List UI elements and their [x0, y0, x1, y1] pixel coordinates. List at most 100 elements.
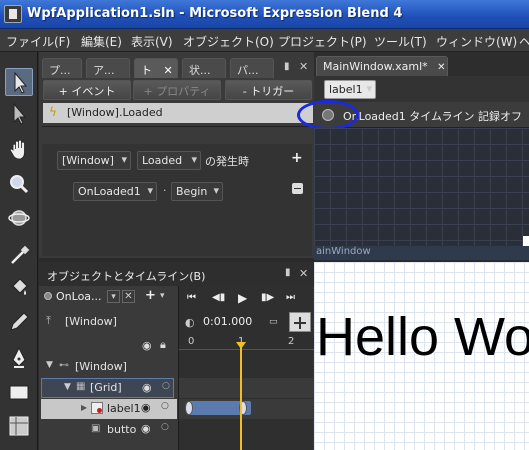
when-occurs-text: の発生時 — [205, 155, 249, 168]
zoom-tool-icon[interactable] — [5, 170, 33, 198]
tree-item-label1[interactable]: ▶ label1 ◉ ○ — [41, 399, 177, 419]
storyboard-combo[interactable]: OnLoaded1 — [73, 182, 157, 201]
menu-bar: ファイル(F) 編集(E) 表示(V) オブジェクト(O) プロジェクト(P) … — [0, 29, 529, 52]
chevron-down-icon[interactable]: ▾ — [160, 291, 165, 301]
timeline-zoom-icon[interactable] — [289, 312, 311, 332]
tree-item-label: [Window] — [75, 360, 127, 373]
timeline-area: ⏮ ◀▮ ▶ ▮▶ ⏭ ◐ 0:01.000 ▭ 0 1 2 — [178, 286, 314, 450]
tree-item-label: label1 — [107, 402, 141, 415]
objects-panel-header: オブジェクトとタイムライン(B) ▮ ✕ — [39, 262, 314, 286]
trigger-source-combo[interactable]: [Window] — [57, 151, 131, 170]
playhead[interactable] — [240, 342, 242, 450]
action-combo[interactable]: Begin — [171, 182, 223, 201]
menu-help[interactable]: ヘ — [519, 33, 529, 50]
eye-icon[interactable]: ◉ — [141, 401, 151, 414]
lock-toggle-icon[interactable]: ○ — [162, 381, 170, 391]
remove-action-icon[interactable] — [292, 183, 303, 194]
tab-parts[interactable]: パ... — [230, 58, 274, 78]
pan-tool-icon[interactable] — [5, 136, 33, 164]
tree-item-button[interactable]: ▣ butto ◉ ○ — [41, 420, 177, 440]
direct-selection-tool-icon[interactable] — [5, 100, 33, 128]
scope-row[interactable]: ⤒ [Window] — [41, 312, 177, 332]
lightning-icon: ϟ — [49, 105, 57, 119]
snap-ruler-icon[interactable]: ▭ — [269, 317, 278, 327]
grid-element-icon: ▦ — [76, 381, 86, 392]
trigger-event-combo[interactable]: Loaded — [137, 151, 201, 170]
rectangle-tool-icon[interactable] — [5, 378, 33, 406]
menu-project[interactable]: プロジェクト(P) — [278, 33, 367, 50]
eye-icon[interactable]: ◉ — [142, 381, 152, 394]
grid-tool-icon[interactable] — [5, 412, 33, 440]
remove-trigger-button[interactable]: - トリガー — [225, 80, 312, 100]
camera-orbit-tool-icon[interactable] — [5, 204, 33, 232]
add-property-button[interactable]: + プロパティ — [133, 80, 221, 100]
playhead-handle[interactable] — [236, 342, 246, 349]
first-frame-icon[interactable]: ⏮ — [187, 292, 196, 303]
last-frame-icon[interactable]: ⏭ — [286, 292, 295, 303]
storyboard-name[interactable]: OnLoa... — [56, 290, 102, 303]
label-element-icon — [91, 402, 103, 414]
current-time[interactable]: 0:01.000 — [203, 315, 252, 328]
window-element-icon: ⊷ — [59, 360, 69, 371]
app-icon[interactable] — [4, 5, 22, 23]
tab-triggers[interactable]: ト ✕ — [134, 58, 178, 78]
selection-tool-icon[interactable] — [5, 68, 33, 96]
document-tab[interactable]: MainWindow.xaml* ✕ — [316, 56, 448, 76]
objects-panel-title: オブジェクトとタイムライン(B) — [47, 270, 206, 283]
divider — [42, 126, 312, 127]
add-action-icon[interactable]: + — [291, 150, 303, 166]
menu-file[interactable]: ファイル(F) — [6, 33, 70, 50]
eyedropper-tool-icon[interactable] — [5, 242, 33, 270]
play-icon[interactable]: ▶ — [238, 291, 247, 305]
keyframe-start[interactable] — [185, 401, 193, 415]
pen-tool-icon[interactable] — [5, 344, 33, 372]
menu-edit[interactable]: 編集(E) — [81, 33, 122, 50]
element-breadcrumb-combo[interactable]: label1 — [324, 80, 376, 99]
artboard-background — [314, 128, 529, 246]
document-toolbar: label1 — [314, 76, 529, 102]
lock-toggle-icon[interactable]: ○ — [161, 422, 169, 432]
expand-arrow-icon[interactable]: ▶ — [81, 403, 87, 412]
lock-toggle-icon[interactable]: ○ — [161, 401, 169, 411]
tab-states[interactable]: 状... — [182, 58, 226, 78]
keyframe-add-icon[interactable]: ◐ — [185, 316, 195, 329]
visibility-header-icon[interactable]: ◉ — [142, 339, 152, 352]
window-title: WpfApplication1.sln - Microsoft Expressi… — [27, 6, 403, 21]
tab-projects[interactable]: プ... — [42, 58, 82, 78]
close-icon[interactable]: ✕ — [164, 64, 173, 77]
add-event-button[interactable]: + イベント — [43, 80, 131, 100]
tree-item-window[interactable]: ▼ ⊷ [Window] — [41, 357, 177, 377]
tree-item-grid[interactable]: ▼ ▦ [Grid] ◉ ○ — [41, 378, 174, 398]
close-icon[interactable]: ✕ — [299, 267, 308, 280]
close-icon[interactable]: ✕ — [299, 60, 308, 73]
highlight-annotation — [297, 100, 359, 130]
menu-tools[interactable]: ツール(T) — [374, 33, 427, 50]
expand-arrow-icon[interactable]: ▼ — [46, 360, 53, 370]
scope-up-icon[interactable]: ⤒ — [46, 314, 51, 328]
close-icon[interactable]: ✕ — [437, 62, 445, 73]
eye-icon[interactable]: ◉ — [141, 422, 151, 435]
event-trigger-item[interactable]: ϟ [Window].Loaded — [43, 103, 313, 123]
time-ruler[interactable]: 0 1 2 — [179, 336, 314, 350]
menu-view[interactable]: 表示(V) — [131, 33, 173, 50]
tree-item-label: [Grid] — [90, 381, 122, 394]
pencil-tool-icon[interactable] — [5, 308, 33, 336]
label1-content[interactable]: Hello Wo — [316, 306, 529, 368]
tree-item-label: butto — [107, 423, 137, 436]
menu-object[interactable]: オブジェクト(O) — [183, 33, 274, 50]
toolbox — [0, 52, 38, 450]
paint-bucket-tool-icon[interactable] — [5, 274, 33, 302]
next-frame-icon[interactable]: ▮▶ — [261, 292, 274, 303]
new-storyboard-icon[interactable]: + — [145, 288, 156, 303]
pin-icon[interactable]: ▮ — [284, 61, 290, 72]
storyboard-dropdown-icon[interactable]: ▾ — [107, 290, 120, 303]
tab-assets[interactable]: ア... — [86, 58, 130, 78]
recording-status-text: OnLoaded1 タイムライン 記録オフ — [343, 110, 522, 123]
triggers-panel: プ... ア... ト ✕ 状... パ... ▮ ✕ + イベント + プロパ… — [39, 52, 314, 258]
lock-header-icon[interactable]: 🔒︎ — [160, 338, 166, 352]
menu-window[interactable]: ウィンドウ(W) — [436, 33, 517, 50]
pin-icon[interactable]: ▮ — [285, 267, 291, 278]
close-storyboard-icon[interactable]: ✕ — [122, 290, 135, 303]
expand-arrow-icon[interactable]: ▼ — [64, 382, 71, 392]
previous-frame-icon[interactable]: ◀▮ — [212, 292, 225, 303]
